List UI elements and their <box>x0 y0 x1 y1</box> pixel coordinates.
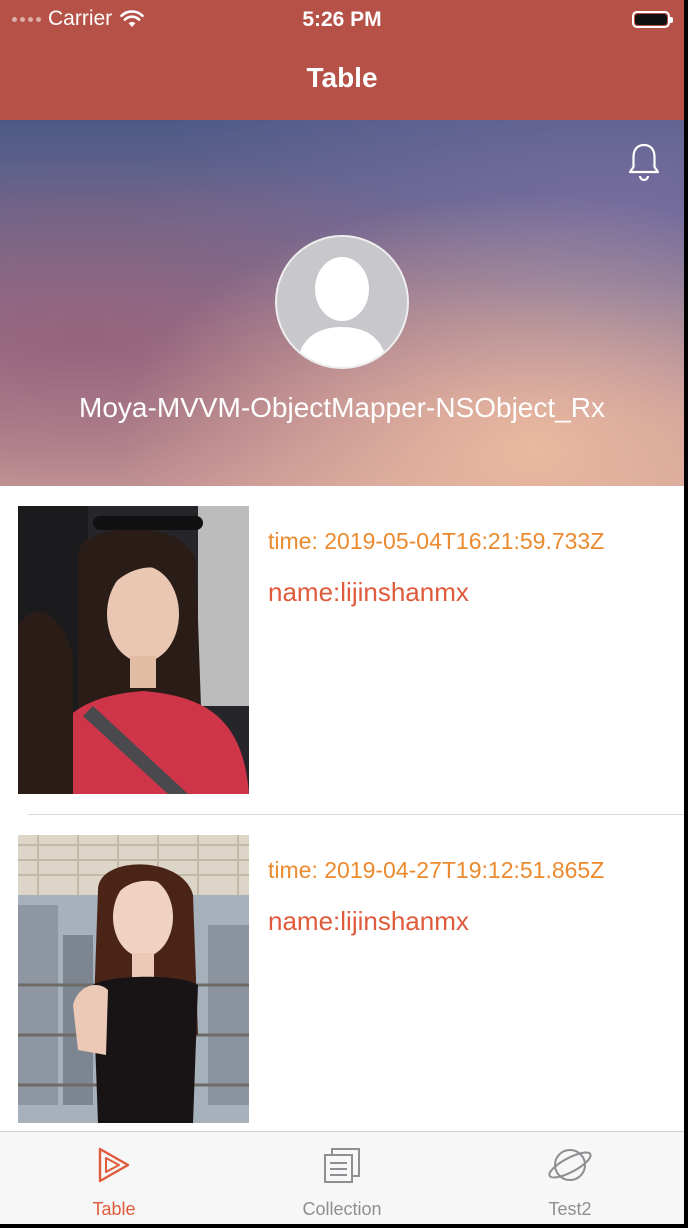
tab-bar: Table Collection Test2 <box>0 1131 684 1224</box>
row-time: time: 2019-04-27T19:12:51.865Z <box>268 857 605 883</box>
header-name: Moya-MVVM-ObjectMapper-NSObject_Rx <box>79 392 605 423</box>
row-photo <box>18 835 249 1123</box>
status-bar: Carrier 5:26 PM <box>0 0 684 40</box>
screen: Carrier 5:26 PM Table Moya-MVVM-ObjectMa… <box>0 0 684 1224</box>
play-triangle-icon <box>98 1147 130 1183</box>
planet-icon <box>548 1149 592 1181</box>
profile-header: Moya-MVVM-ObjectMapper-NSObject_Rx <box>0 120 684 486</box>
avatar[interactable] <box>275 235 409 369</box>
tab-label-collection: Collection <box>302 1199 382 1219</box>
row-name: name:lijinshanmx <box>268 577 469 607</box>
battery-icon <box>632 11 673 28</box>
nav-title: Table <box>306 62 378 93</box>
tab-label-test2: Test2 <box>548 1199 592 1219</box>
table-row[interactable]: time: 2019-04-27T19:12:51.865Z name:liji… <box>0 815 684 1144</box>
stacked-pages-icon <box>324 1148 360 1183</box>
tab-table[interactable]: Table <box>0 1132 228 1224</box>
status-time: 5:26 PM <box>302 8 382 31</box>
bell-icon[interactable] <box>626 142 662 182</box>
row-photo <box>18 506 249 794</box>
row-name: name:lijinshanmx <box>268 906 469 936</box>
table-row[interactable]: time: 2019-05-04T16:21:59.733Z name:liji… <box>0 486 684 815</box>
tab-collection[interactable]: Collection <box>228 1132 456 1224</box>
tab-test2[interactable]: Test2 <box>456 1132 684 1224</box>
feed-list[interactable]: time: 2019-05-04T16:21:59.733Z name:liji… <box>0 486 684 1144</box>
row-time: time: 2019-05-04T16:21:59.733Z <box>268 528 605 554</box>
user-silhouette-icon <box>297 257 387 367</box>
navigation-bar: Table <box>0 40 684 120</box>
tab-label-table: Table <box>92 1199 136 1219</box>
